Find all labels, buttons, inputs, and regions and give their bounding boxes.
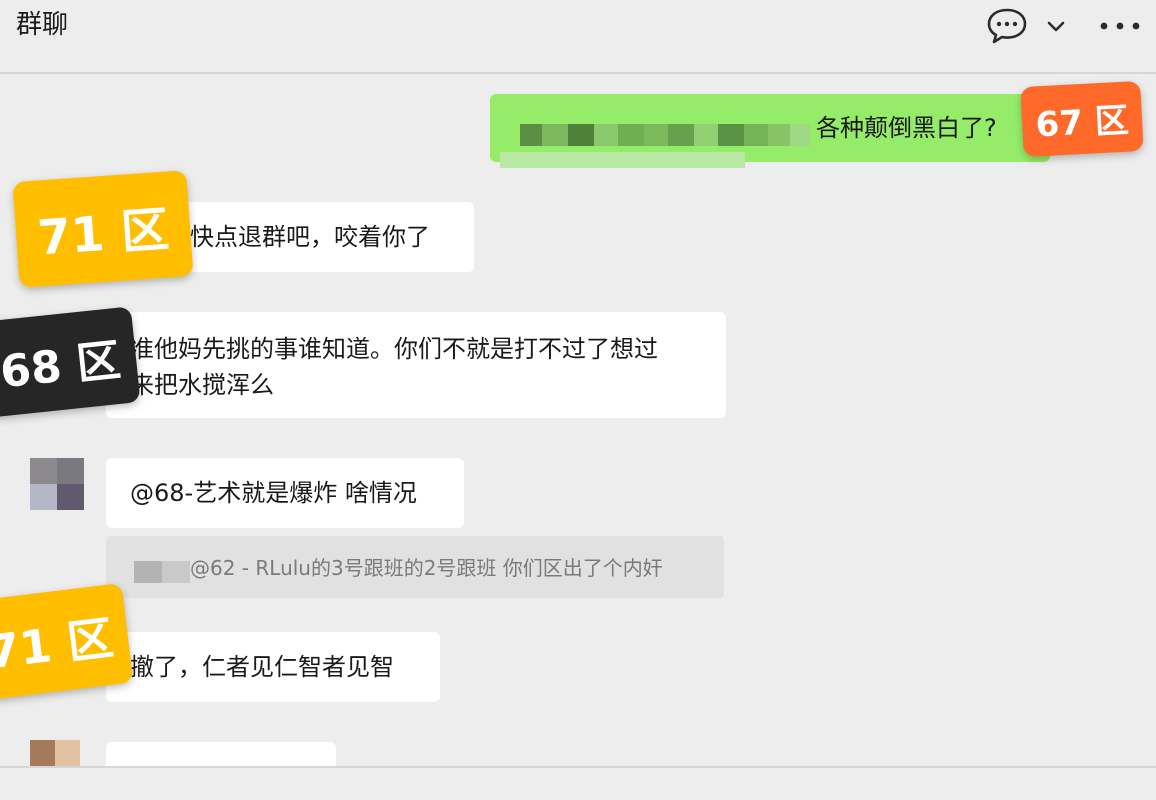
- pixelated-text-line2: [500, 152, 745, 168]
- message-text: 各种颠倒黑白了?: [816, 114, 997, 142]
- pixelated-name: [134, 561, 190, 583]
- message-text-line-1: 准他妈先挑的事谁知道。你们不就是打不过了想过: [130, 335, 658, 363]
- quoted-text: @62 - RLulu的3号跟班的2号跟班 你们区出了个内奸: [190, 556, 663, 580]
- message-bubble[interactable]: [106, 742, 336, 766]
- message-bubble[interactable]: @68-艺术就是爆炸 啥情况: [106, 458, 464, 528]
- zone-sticker-71: 71 区: [12, 170, 194, 288]
- zone-sticker-68: 68 区: [0, 306, 141, 418]
- message-text: 快点退群吧，咬着你了: [190, 223, 430, 251]
- chevron-down-icon[interactable]: [1044, 14, 1068, 38]
- avatar[interactable]: [30, 458, 84, 510]
- input-area[interactable]: [0, 768, 1156, 800]
- message-bubble-self[interactable]: 各种颠倒黑白了?: [490, 94, 1050, 168]
- pixelated-text: [520, 124, 810, 146]
- message-bubble[interactable]: 撤了，仁者见仁智者见智: [106, 632, 440, 702]
- zone-sticker-71-second: 71 区: [0, 582, 134, 702]
- chat-title: 群聊: [16, 10, 69, 40]
- avatar[interactable]: [30, 740, 80, 766]
- message-text: @68-艺术就是爆炸 啥情况: [130, 479, 417, 507]
- message-bubble[interactable]: 准他妈先挑的事谁知道。你们不就是打不过了想过 来把水搅浑么: [106, 312, 726, 418]
- more-icon[interactable]: [1098, 14, 1142, 38]
- message-text-line-2: 来把水搅浑么: [130, 371, 274, 399]
- chat-bubble-icon[interactable]: [986, 6, 1028, 46]
- chat-window: 群聊 各种颠倒黑白了? 快点退群吧，咬着你了 准他妈先挑的事谁知道。你们不就是打…: [0, 0, 1156, 800]
- chat-header: 群聊: [0, 0, 1156, 74]
- zone-sticker-67: 67 区: [1020, 80, 1144, 158]
- quoted-message[interactable]: @62 - RLulu的3号跟班的2号跟班 你们区出了个内奸: [106, 536, 724, 598]
- message-text: 撤了，仁者见仁智者见智: [130, 653, 394, 681]
